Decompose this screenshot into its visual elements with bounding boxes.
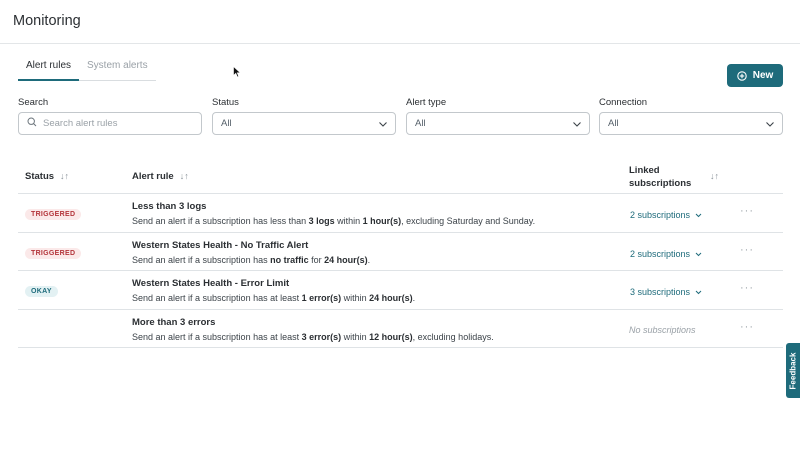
alert-rules-table: Status ↓↑ Alert rule ↓↑ Linked subscriptio… [18,158,783,348]
status-filter-label: Status [212,97,239,108]
subscriptions-count: 2 subscriptions [630,248,691,259]
no-subscriptions-label: No subscriptions [629,324,696,335]
search-label: Search [18,97,49,108]
subscriptions-count: 3 subscriptions [630,287,691,297]
column-header-alert-rule-label: Alert rule [132,171,174,182]
sort-icon[interactable]: ↓↑ [60,171,69,181]
connection-label: Connection [599,97,648,108]
alert-rule-description: Send an alert if a subscription has at l… [132,293,416,303]
alert-type-select[interactable]: All [406,112,590,135]
tab-system-alerts[interactable]: System alerts [79,58,156,80]
chevron-down-icon [695,249,702,259]
status-select[interactable]: All [212,112,396,135]
column-header-linked-subscriptions[interactable]: Linked subscriptions [629,164,691,190]
page-header: Monitoring [0,0,800,44]
status-select-value: All [221,118,232,129]
column-header-linked-line2: subscriptions [629,178,692,189]
table-row[interactable]: TRIGGERED Less than 3 logs Send an alert… [18,194,783,233]
new-button-label: New [752,70,774,81]
alert-rule-description: Send an alert if a subscription has at l… [132,331,494,342]
connection-filter: Connection All [599,97,783,135]
column-header-linked-line1: Linked [629,165,660,176]
column-header-alert-rule[interactable]: Alert rule ↓↑ [132,171,189,182]
tab-bar: Alert rules System alerts [18,58,156,81]
chevron-down-icon [378,120,388,131]
feedback-label: Feedback [788,352,798,389]
table-row[interactable]: More than 3 errors Send an alert if a su… [18,310,783,348]
alert-rule-name: Less than 3 logs [132,201,207,212]
alert-type-filter: Alert type All [406,97,590,135]
connection-select-value: All [608,118,619,129]
sort-icon[interactable]: ↓↑ [710,171,719,181]
alert-rule-name: Western States Health - No Traffic Alert [132,239,309,251]
page-title: Monitoring [13,13,81,29]
sort-icon[interactable]: ↓↑ [180,171,189,181]
column-header-status[interactable]: Status ↓↑ [25,171,69,182]
more-options-icon[interactable]: ··· [740,321,754,333]
status-badge: TRIGGERED [25,247,82,259]
search-input[interactable] [43,118,193,129]
more-options-icon[interactable]: ··· [740,244,754,256]
table-header: Status ↓↑ Alert rule ↓↑ Linked subscriptio… [18,158,783,194]
more-options-icon[interactable]: ··· [740,282,754,294]
plus-circle-icon [736,70,747,81]
chevron-down-icon [695,287,702,297]
tab-alert-rules[interactable]: Alert rules [18,58,80,81]
chevron-down-icon [572,120,582,131]
search-icon [27,117,37,130]
chevron-down-icon [765,120,775,131]
alert-rule-name: Western States Health - Error Limit [132,278,290,289]
table-row[interactable]: OKAY Western States Health - Error Limit… [18,271,783,310]
status-filter: Status All [212,97,396,135]
subscriptions-dropdown[interactable]: 2 subscriptions [630,210,702,220]
status-badge: OKAY [25,286,58,297]
alert-type-label: Alert type [406,97,447,108]
status-badge: TRIGGERED [25,209,82,220]
feedback-tab[interactable]: Feedback [786,343,800,398]
subscriptions-dropdown[interactable]: 2 subscriptions [630,249,702,259]
mouse-cursor-icon [233,65,242,81]
alert-rule-description: Send an alert if a subscription has no t… [132,254,371,265]
alert-rule-description: Send an alert if a subscription has less… [132,216,536,226]
subscriptions-count: 2 subscriptions [630,210,691,220]
alert-rule-name: More than 3 errors [132,316,216,328]
connection-select[interactable]: All [599,112,783,135]
new-button[interactable]: New [727,64,783,87]
subscriptions-dropdown[interactable]: 3 subscriptions [630,287,702,297]
search-box [18,112,202,135]
alert-type-select-value: All [415,118,426,129]
table-row[interactable]: TRIGGERED Western States Health - No Tra… [18,233,783,271]
more-options-icon[interactable]: ··· [740,205,754,217]
chevron-down-icon [695,210,702,220]
column-header-status-label: Status [25,171,55,182]
search-filter: Search [18,97,202,135]
